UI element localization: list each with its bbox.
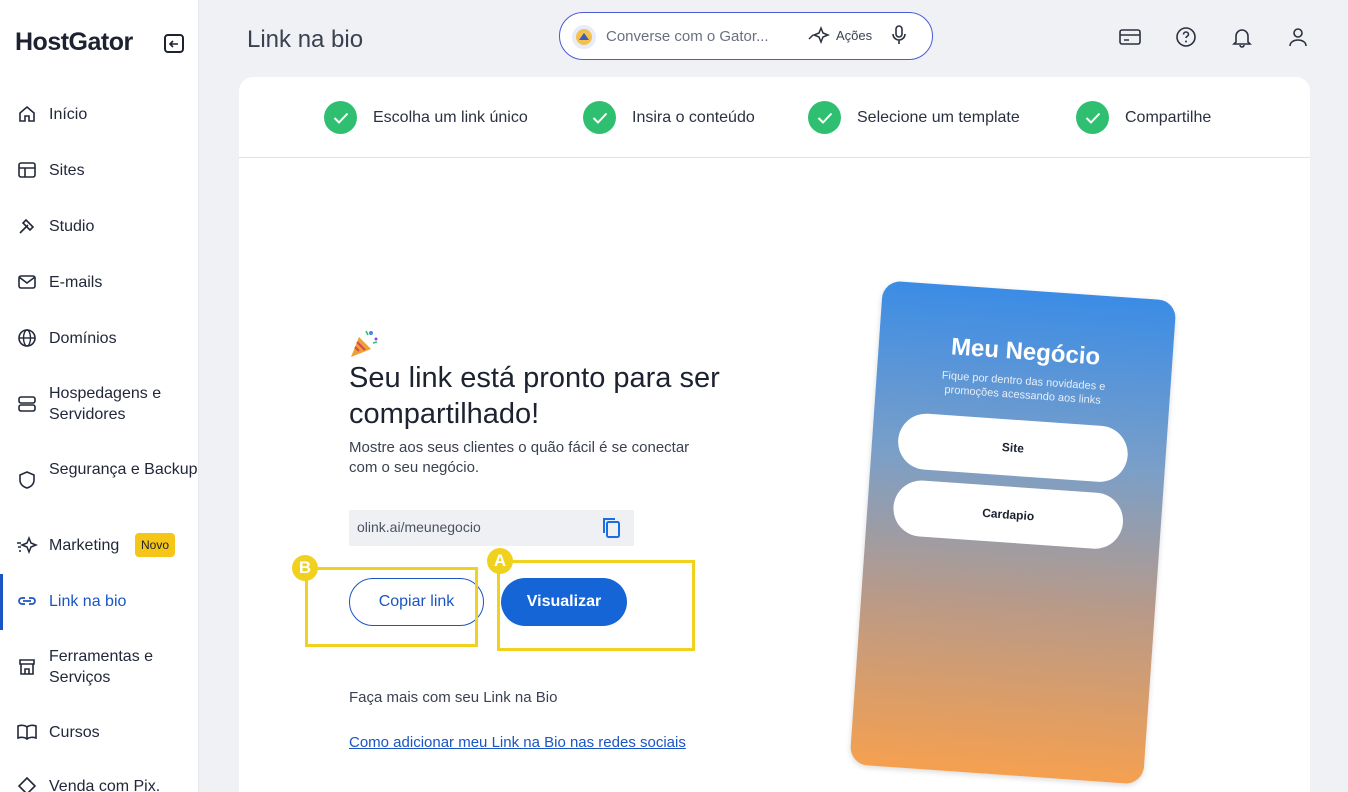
- book-icon: [16, 721, 38, 743]
- bell-icon[interactable]: [1230, 25, 1254, 49]
- globe-icon: [16, 327, 38, 349]
- step-3: Selecione um template: [808, 101, 1020, 134]
- sidebar-item-label: Cursos: [49, 724, 100, 741]
- sidebar: HostGator Início Sites Studio E-mails Do…: [0, 0, 199, 792]
- search-input[interactable]: Converse com o Gator...: [606, 28, 769, 45]
- sidebar-item-label: Ferramentas e Serviços: [49, 648, 154, 686]
- link-icon: [16, 590, 38, 612]
- preview-link-site: Site: [896, 411, 1130, 484]
- shield-icon: [16, 469, 38, 491]
- party-popper-icon: [349, 327, 381, 359]
- step-label: Selecione um template: [857, 108, 1020, 126]
- more-info-text: Faça mais com seu Link na Bio: [349, 689, 558, 706]
- success-headline: Seu link está pronto para ser compartilh…: [349, 362, 720, 430]
- sidebar-item-label: Marketing: [49, 537, 120, 554]
- user-icon[interactable]: [1286, 25, 1310, 49]
- check-icon: [324, 101, 357, 134]
- actions-button[interactable]: Ações: [808, 25, 872, 45]
- sidebar-item-label: E-mails: [49, 273, 103, 291]
- home-icon: [16, 103, 38, 125]
- gator-chat-search[interactable]: Converse com o Gator... Ações: [559, 12, 933, 60]
- collapse-sidebar-icon[interactable]: [164, 34, 184, 53]
- microphone-icon[interactable]: [890, 25, 908, 50]
- copy-icon[interactable]: [600, 516, 622, 545]
- step-4: Compartilhe: [1076, 101, 1211, 134]
- sidebar-item-label: Venda com Pix.: [49, 778, 161, 792]
- sidebar-item-label: Hospedagens e Servidores: [49, 385, 162, 423]
- actions-label: Ações: [836, 27, 873, 43]
- sidebar-item-label: Domínios: [49, 329, 117, 347]
- step-label: Insira o conteúdo: [632, 108, 755, 126]
- highlight-box-a: [497, 560, 695, 651]
- help-icon[interactable]: [1174, 25, 1198, 49]
- sparkle-icon: [16, 534, 38, 556]
- step-1: Escolha um link único: [324, 101, 528, 134]
- marker-b: B: [292, 555, 318, 581]
- sparkle-icon: [808, 25, 830, 45]
- sidebar-item-label: Início: [49, 105, 88, 123]
- sidebar-item-label: Sites: [49, 161, 85, 179]
- tools-icon: [16, 215, 38, 237]
- store-icon: [16, 656, 38, 678]
- new-badge: Novo: [135, 533, 176, 557]
- sidebar-item-label: Segurança e Backup: [49, 461, 198, 478]
- sidebar-item-label: Studio: [49, 217, 95, 235]
- step-2: Insira o conteúdo: [583, 101, 755, 134]
- marker-a: A: [487, 548, 513, 574]
- progress-steps: Escolha um link único Insira o conteúdo …: [239, 77, 1310, 158]
- mail-icon: [16, 271, 38, 293]
- page-title: Link na bio: [247, 26, 364, 53]
- social-help-link[interactable]: Como adicionar meu Link na Bio nas redes…: [349, 734, 686, 751]
- preview-link-cardapio: Cardapio: [891, 478, 1125, 551]
- step-label: Compartilhe: [1125, 108, 1212, 126]
- preview-subtitle: Fique por dentro das novidades e promoçõ…: [941, 369, 1106, 407]
- phone-preview: Meu Negócio Fique por dentro das novidad…: [849, 280, 1177, 785]
- highlight-box-b: [305, 567, 478, 647]
- step-label: Escolha um link único: [373, 108, 528, 126]
- layout-icon: [16, 159, 38, 181]
- sidebar-item-label: Link na bio: [49, 593, 127, 610]
- pix-icon: [16, 775, 38, 792]
- brand-logo[interactable]: HostGator: [15, 28, 133, 57]
- check-icon: [1076, 101, 1109, 134]
- check-icon: [808, 101, 841, 134]
- generated-link-field[interactable]: olink.ai/meunegocio: [349, 510, 634, 546]
- check-icon: [583, 101, 616, 134]
- link-value: olink.ai/meunegocio: [357, 519, 481, 535]
- gator-avatar-icon: [572, 25, 596, 49]
- card-icon[interactable]: [1118, 25, 1142, 49]
- success-subtext: Mostre aos seus clientes o quão fácil é …: [349, 439, 690, 476]
- server-icon: [16, 393, 38, 415]
